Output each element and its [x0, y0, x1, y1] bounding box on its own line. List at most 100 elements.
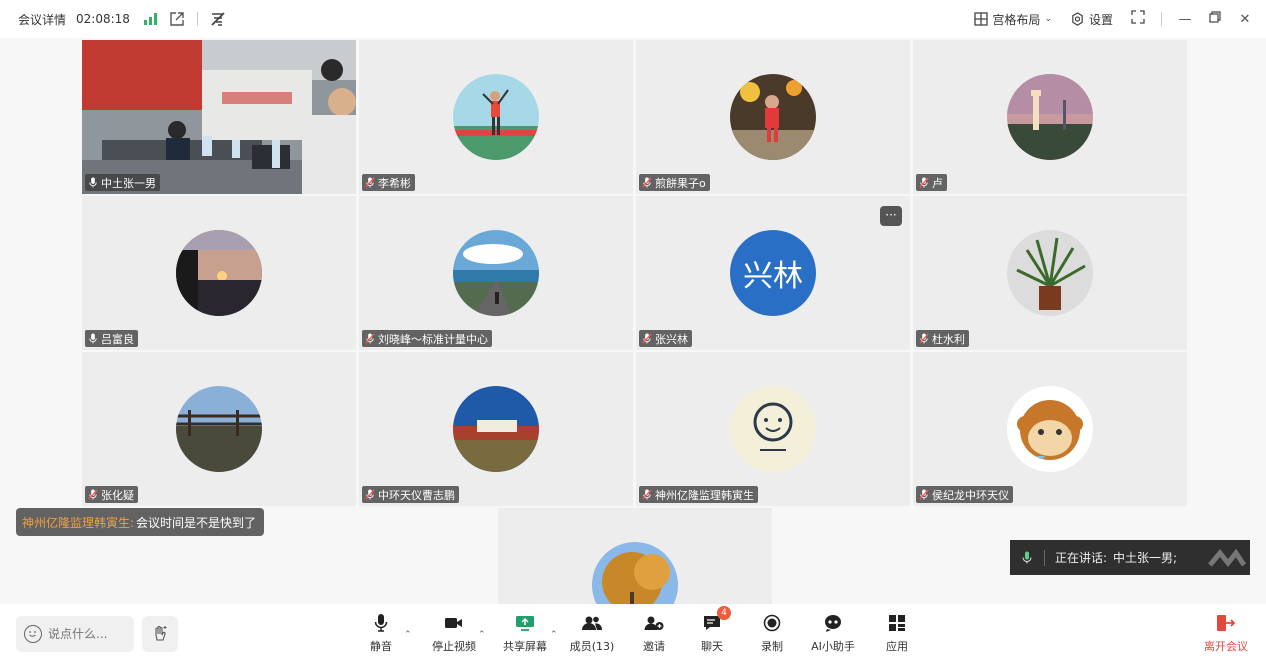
participant-avatar — [453, 230, 539, 316]
video-tile[interactable]: 中环天仪曹志鹏 — [359, 352, 633, 506]
speaking-name: 中土张一男; — [1113, 551, 1178, 565]
participant-name: 张化疑 — [101, 488, 134, 502]
leave-meeting-button[interactable]: 离开会议 — [1204, 612, 1248, 654]
minimize-icon[interactable]: — — [1178, 12, 1192, 27]
participant-name: 煎餅果子o — [655, 176, 706, 190]
participant-avatar — [1007, 230, 1093, 316]
mute-label: 静音 — [370, 640, 392, 653]
video-tile[interactable]: 李希彬 — [359, 40, 633, 194]
video-tile[interactable]: 侯纪龙中环天仪 — [913, 352, 1187, 506]
participant-avatar: 兴林 — [730, 230, 816, 316]
top-bar: 会议详情 02:08:18 宫格布局 ⌄ 设置 — ✕ — [0, 0, 1266, 38]
emoji-icon[interactable] — [24, 625, 42, 643]
popout-icon[interactable] — [169, 11, 185, 27]
settings-label: 设置 — [1088, 12, 1113, 27]
chat-sender: 神州亿隆监理韩寅生: — [22, 515, 135, 530]
participant-name: 吕富良 — [101, 332, 134, 346]
mic-muted-icon — [88, 489, 98, 500]
fullscreen-icon[interactable] — [1131, 10, 1145, 28]
quick-chat-input[interactable] — [48, 627, 128, 641]
participant-name: 张兴林 — [655, 332, 688, 346]
record-icon — [763, 614, 781, 632]
mic-muted-icon — [642, 489, 652, 500]
more-options-button[interactable]: ··· — [880, 206, 902, 226]
avatar-initials: 兴林 — [743, 259, 803, 294]
mic-muted-icon — [365, 489, 375, 500]
mute-options-chevron-icon[interactable]: ⌃ — [404, 630, 412, 640]
divider — [196, 12, 198, 26]
participant-avatar — [1007, 386, 1093, 472]
signal-icon[interactable] — [143, 13, 157, 25]
participant-nametag: 卢 — [916, 174, 947, 191]
participant-nametag: 神州亿隆监理韩寅生 — [639, 486, 758, 503]
grid-layout-button[interactable]: 宫格布局 ⌄ — [974, 11, 1052, 28]
members-button[interactable]: 成员(13) — [557, 612, 627, 654]
leave-meeting-label: 离开会议 — [1204, 640, 1248, 653]
grid-icon — [974, 12, 989, 26]
meeting-details-link[interactable]: 会议详情 — [18, 11, 66, 28]
restore-icon[interactable] — [1208, 11, 1222, 27]
ai-assistant-button[interactable]: AI小助手 — [798, 612, 868, 654]
video-tile[interactable]: 中土张一男 — [82, 40, 356, 194]
mic-muted-icon — [642, 177, 652, 188]
participant-nametag: 煎餅果子o — [639, 174, 710, 191]
participant-nametag: 李希彬 — [362, 174, 415, 191]
gear-icon — [1072, 11, 1083, 26]
mic-muted-icon — [919, 489, 929, 500]
chat-toast[interactable]: 神州亿隆监理韩寅生: 会议时间是不是快到了 — [16, 508, 265, 536]
bottom-toolbar: 静音 ⌃ 停止视频 ⌃ 共享屏幕 ⌃ 成员(13) 邀请 4 聊天 录制 AI小… — [0, 604, 1266, 666]
video-tile[interactable]: ··· 兴林 张兴林 — [636, 196, 910, 350]
participant-avatar — [176, 230, 262, 316]
participant-nametag: 中土张一男 — [85, 174, 160, 191]
participant-nametag: 吕富良 — [85, 330, 138, 347]
participant-avatar — [730, 386, 816, 472]
participant-name: 中土张一男 — [101, 176, 156, 190]
close-icon[interactable]: ✕ — [1238, 12, 1252, 27]
participant-name: 杜水利 — [932, 332, 965, 346]
mic-muted-icon — [365, 333, 375, 344]
raise-hand-button[interactable] — [142, 616, 178, 652]
top-right-controls: 宫格布局 ⌄ 设置 — ✕ — [956, 0, 1266, 38]
apps-label: 应用 — [886, 640, 908, 653]
participant-name: 中环天仪曹志鹏 — [378, 488, 455, 502]
settings-button[interactable]: 设置 — [1070, 11, 1113, 28]
participant-name: 刘晓峰～标准计量中心 — [378, 332, 488, 346]
mic-muted-icon — [365, 177, 375, 188]
participant-nametag: 侯纪龙中环天仪 — [916, 486, 1013, 503]
video-tile[interactable] — [498, 508, 772, 604]
raise-hand-icon — [155, 625, 167, 641]
share-screen-label: 共享屏幕 — [503, 640, 547, 653]
video-tile[interactable]: 杜水利 — [913, 196, 1187, 350]
speaking-indicator: 正在讲话: 中土张一男; — [1010, 540, 1250, 575]
apps-button[interactable]: 应用 — [862, 612, 932, 654]
participant-avatar — [453, 74, 539, 160]
speaker-thumbnail — [1208, 548, 1246, 567]
participant-name: 侯纪龙中环天仪 — [932, 488, 1009, 502]
participant-nametag: 张化疑 — [85, 486, 138, 503]
participant-name: 神州亿隆监理韩寅生 — [655, 488, 754, 502]
video-tile[interactable]: 卢 — [913, 40, 1187, 194]
meeting-timer: 02:08:18 — [76, 12, 130, 26]
members-icon — [582, 616, 603, 630]
mic-muted-icon — [642, 333, 652, 344]
participant-avatar — [176, 386, 262, 472]
mic-on-icon — [89, 333, 97, 344]
mic-muted-icon — [919, 333, 929, 344]
video-tile[interactable]: 刘晓峰～标准计量中心 — [359, 196, 633, 350]
record-button[interactable]: 录制 — [737, 612, 807, 654]
video-tile[interactable]: 张化疑 — [82, 352, 356, 506]
participant-avatar — [453, 386, 539, 472]
participant-nametag: 刘晓峰～标准计量中心 — [362, 330, 492, 347]
divider — [1044, 549, 1045, 566]
video-tile[interactable]: 煎餅果子o — [636, 40, 910, 194]
video-tile[interactable]: 神州亿隆监理韩寅生 — [636, 352, 910, 506]
invite-label: 邀请 — [643, 640, 665, 653]
quick-chat-box[interactable] — [16, 616, 134, 652]
video-options-chevron-icon[interactable]: ⌃ — [478, 630, 486, 640]
participant-nametag: 中环天仪曹志鹏 — [362, 486, 459, 503]
mic-on-icon — [1022, 551, 1032, 564]
stop-video-label: 停止视频 — [432, 640, 476, 653]
video-tile[interactable]: 吕富良 — [82, 196, 356, 350]
participant-avatar — [592, 542, 678, 604]
network-off-icon[interactable] — [210, 11, 226, 27]
